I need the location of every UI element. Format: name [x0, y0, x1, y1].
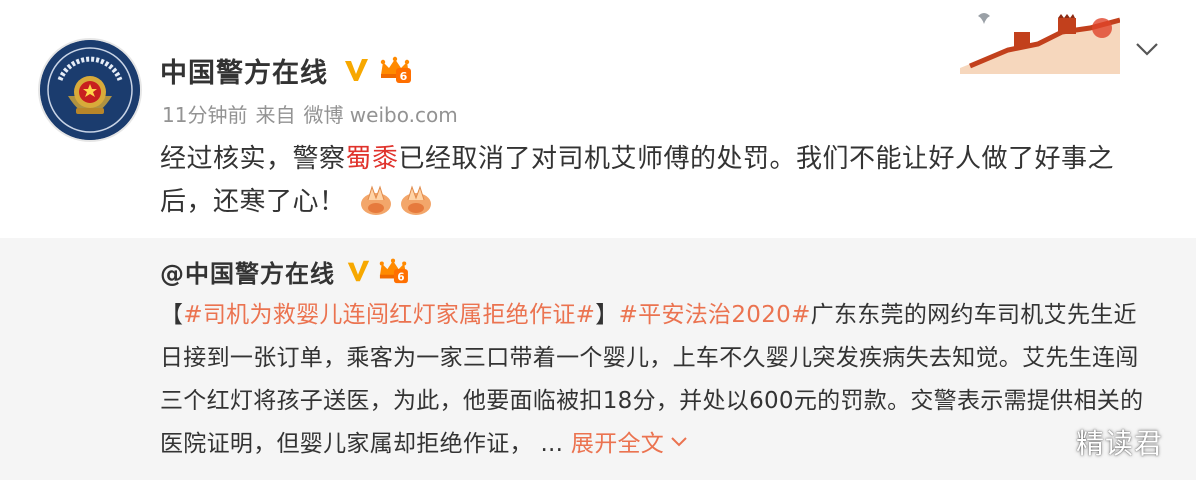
post-text: 经过核实，警察蜀黍已经取消了对司机艾师傅的处罚。我们不能让好人做了好事之后，还寒…	[160, 138, 1160, 224]
avatar[interactable]	[40, 40, 140, 140]
repost-card[interactable]: @中国警方在线 6 【#司机为救婴儿连闯红灯家属拒绝作证#】#平安法治2020#…	[0, 238, 1196, 480]
post-text-highlight: 蜀黍	[345, 144, 399, 174]
chevron-down-icon[interactable]	[1132, 36, 1162, 62]
expand-full-text-link[interactable]: 展开全文	[571, 431, 688, 457]
hashtag-safe-law[interactable]: #平安法治2020#	[619, 302, 811, 328]
username[interactable]: 中国警方在线	[160, 51, 328, 90]
from-label: 来自	[255, 103, 296, 127]
post-meta: 11分钟前 来自 微博 weibo.com	[162, 99, 466, 128]
weibo-post: 中国警方在线 6 11分钟前 来自 微博 weibo.com 经过核实，警察蜀黍已经…	[0, 0, 1196, 480]
svg-text:6: 6	[400, 70, 408, 83]
bracket-close: 】	[595, 302, 619, 328]
post-source: 微博 weibo.com	[303, 103, 458, 127]
vip-crown-badge-icon[interactable]: 6	[378, 55, 412, 85]
bracket-open: 【	[160, 302, 184, 328]
post-time[interactable]: 11分钟前	[162, 103, 247, 127]
great-wall-decoration	[960, 13, 1120, 74]
chevron-down-icon	[671, 437, 687, 447]
repost-username[interactable]: @中国警方在线	[160, 254, 335, 289]
expand-label: 展开全文	[570, 431, 665, 457]
pray-emoji-icon	[361, 185, 392, 215]
pray-emoji-icon	[401, 185, 432, 215]
svg-text:6: 6	[397, 271, 404, 283]
repost-text: 【#司机为救婴儿连闯红灯家属拒绝作证#】#平安法治2020#广东东莞的网约车司机…	[160, 294, 1160, 466]
repost-username-row: @中国警方在线 6	[160, 252, 409, 290]
verified-v-icon	[345, 59, 368, 81]
watermark: 精读君	[1076, 427, 1164, 460]
repost-ellipsis: ...	[540, 431, 564, 457]
hashtag-driver[interactable]: #司机为救婴儿连闯红灯家属拒绝作证#	[183, 302, 595, 328]
post-text-before: 经过核实，警察	[160, 144, 346, 174]
police-emblem-icon	[40, 40, 140, 140]
vip-crown-badge-icon[interactable]: 6	[377, 257, 409, 285]
verified-v-icon	[347, 260, 370, 282]
username-row: 中国警方在线 6	[160, 50, 412, 90]
